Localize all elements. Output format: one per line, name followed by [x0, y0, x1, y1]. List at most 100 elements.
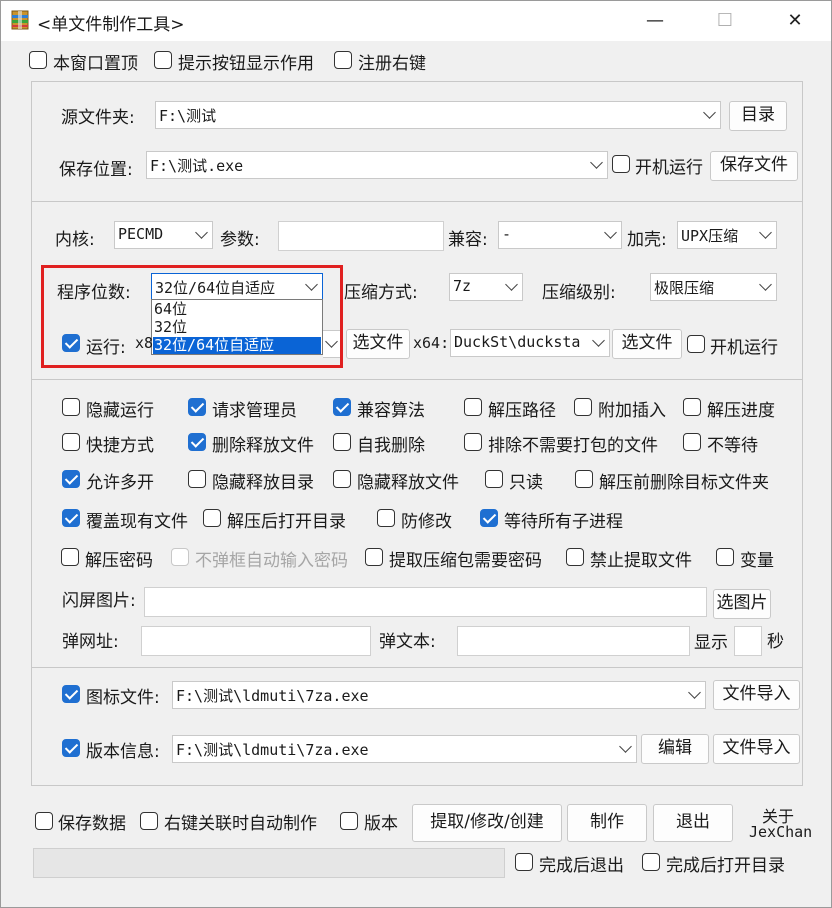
option-checkbox[interactable] — [62, 509, 80, 527]
auto-make-checkbox[interactable] — [140, 812, 158, 830]
option-label: 附加插入 — [598, 401, 666, 421]
close-button[interactable]: ✕ — [775, 7, 815, 35]
version-info-checkbox[interactable] — [62, 739, 80, 757]
extract-modify-create-button[interactable]: 提取/修改/创建 — [412, 804, 562, 842]
splash-input[interactable] — [144, 587, 707, 617]
kernel-combo[interactable]: PECMD — [114, 221, 213, 249]
option-checkbox[interactable] — [464, 433, 482, 451]
divider — [31, 667, 803, 668]
version-checkbox[interactable] — [340, 812, 358, 830]
chevron-down-icon — [604, 226, 617, 239]
startup-run-checkbox[interactable] — [612, 155, 630, 173]
option-label: 解压前删除目标文件夹 — [599, 473, 769, 493]
seconds-input[interactable] — [734, 626, 762, 656]
register-context-checkbox[interactable] — [334, 51, 352, 69]
option-checkbox[interactable] — [683, 433, 701, 451]
option-label: 请求管理员 — [212, 401, 297, 421]
option-checkbox[interactable] — [61, 548, 79, 566]
open-after-label: 完成后打开目录 — [666, 856, 785, 876]
version-info-combo[interactable]: F:\测试\ldmuti\7za.exe — [172, 735, 637, 763]
save-file-button[interactable]: 保存文件 — [710, 151, 798, 181]
show-tips-checkbox[interactable] — [154, 51, 172, 69]
icon-file-combo[interactable]: F:\测试\ldmuti\7za.exe — [172, 681, 706, 709]
maximize-button[interactable]: ☐ — [705, 7, 745, 35]
exit-button[interactable]: 退出 — [653, 804, 733, 842]
chevron-down-icon — [619, 740, 632, 753]
icon-file-checkbox[interactable] — [62, 685, 80, 703]
seconds-label: 秒 — [767, 632, 784, 652]
url-input[interactable] — [141, 626, 371, 656]
edit-button[interactable]: 编辑 — [641, 734, 709, 764]
option-checkbox[interactable] — [566, 548, 584, 566]
level-value: 极限压缩 — [654, 279, 715, 297]
topmost-checkbox[interactable] — [29, 51, 47, 69]
minimize-button[interactable]: — — [635, 7, 675, 35]
icon-file-label: 图标文件: — [86, 688, 160, 708]
save-location-label: 保存位置: — [59, 160, 133, 180]
option-label: 兼容算法 — [357, 401, 425, 421]
option-label-disabled: 不弹框自动输入密码 — [195, 551, 348, 571]
option-checkbox[interactable] — [575, 470, 593, 488]
option-label: 隐藏释放文件 — [357, 473, 459, 493]
shell-combo[interactable]: UPX压缩 — [677, 221, 777, 249]
option-checkbox[interactable] — [333, 470, 351, 488]
dir-button[interactable]: 目录 — [729, 101, 787, 131]
divider — [31, 201, 803, 202]
source-folder-label: 源文件夹: — [61, 108, 135, 128]
show-label: 显示 — [694, 633, 728, 653]
option-checkbox[interactable] — [716, 548, 734, 566]
open-after-checkbox[interactable] — [642, 853, 660, 871]
option-checkbox[interactable] — [333, 398, 351, 416]
option-checkbox[interactable] — [203, 509, 221, 527]
option-checkbox[interactable] — [485, 470, 503, 488]
x64-value: DuckSt\ducksta — [454, 333, 581, 351]
source-folder-combo[interactable]: F:\测试 — [155, 101, 721, 129]
option-label: 只读 — [509, 473, 543, 493]
compat-combo[interactable]: - — [498, 221, 622, 249]
option-checkbox[interactable] — [464, 398, 482, 416]
option-checkbox[interactable] — [62, 398, 80, 416]
chevron-down-icon — [759, 278, 772, 291]
shell-value: UPX压缩 — [681, 227, 739, 245]
save-location-value: F:\测试.exe — [150, 157, 244, 175]
params-label: 参数: — [220, 230, 260, 250]
make-button[interactable]: 制作 — [567, 804, 647, 842]
option-checkbox[interactable] — [480, 509, 498, 527]
version-import-button[interactable]: 文件导入 — [713, 734, 800, 764]
save-data-checkbox[interactable] — [35, 812, 53, 830]
select-file-button-x64[interactable]: 选文件 — [612, 329, 682, 359]
option-label: 防修改 — [401, 512, 452, 532]
select-file-button-x86[interactable]: 选文件 — [346, 329, 410, 359]
window-title: <单文件制作工具> — [37, 15, 185, 35]
x64-combo[interactable]: DuckSt\ducksta — [450, 329, 610, 357]
option-checkbox[interactable] — [188, 470, 206, 488]
icon-import-button[interactable]: 文件导入 — [713, 680, 800, 710]
option-label: 变量 — [740, 551, 774, 571]
exit-after-checkbox[interactable] — [515, 853, 533, 871]
option-label: 覆盖现有文件 — [86, 512, 188, 532]
startup-run-2-checkbox[interactable] — [687, 335, 705, 353]
select-image-button[interactable]: 选图片 — [713, 589, 771, 619]
save-data-label: 保存数据 — [58, 814, 126, 834]
kernel-value: PECMD — [118, 225, 164, 243]
version-info-label: 版本信息: — [86, 742, 160, 762]
text-input[interactable] — [457, 626, 690, 656]
option-checkbox[interactable] — [377, 509, 395, 527]
save-location-combo[interactable]: F:\测试.exe — [146, 151, 608, 179]
params-input[interactable] — [278, 221, 444, 251]
compress-combo[interactable]: 7z — [449, 273, 523, 301]
level-combo[interactable]: 极限压缩 — [650, 273, 777, 301]
option-checkbox[interactable] — [188, 433, 206, 451]
exit-after-label: 完成后退出 — [539, 856, 624, 876]
option-checkbox[interactable] — [333, 433, 351, 451]
option-checkbox[interactable] — [188, 398, 206, 416]
option-checkbox[interactable] — [365, 548, 383, 566]
option-label: 删除释放文件 — [212, 436, 314, 456]
option-checkbox[interactable] — [683, 398, 701, 416]
chevron-down-icon — [590, 156, 603, 169]
option-checkbox[interactable] — [62, 470, 80, 488]
about-link-line2[interactable]: JexChan — [749, 823, 812, 841]
option-label: 解压密码 — [85, 551, 153, 571]
option-checkbox[interactable] — [62, 433, 80, 451]
option-checkbox[interactable] — [574, 398, 592, 416]
